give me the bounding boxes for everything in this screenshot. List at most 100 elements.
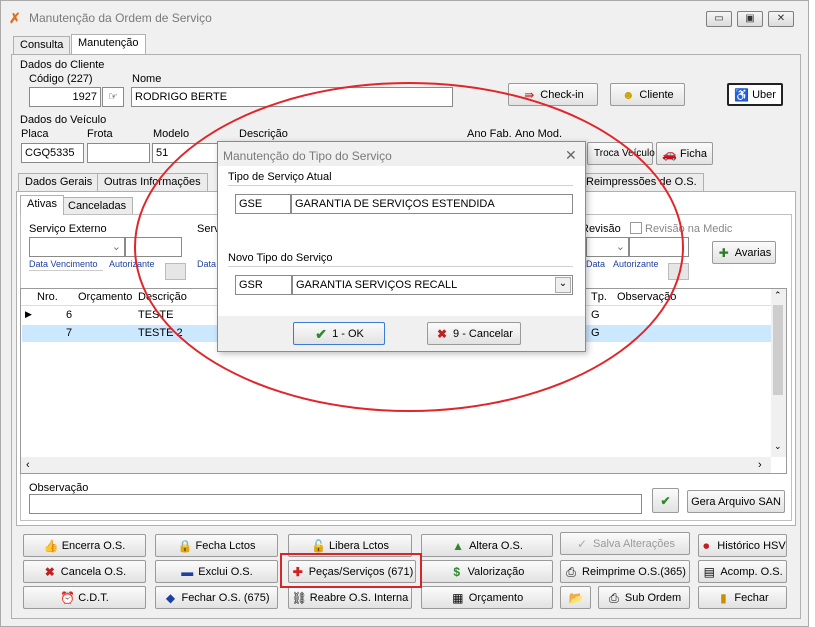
chevron-down-icon: ⌄ — [615, 241, 625, 253]
row-nro: 6 — [66, 309, 73, 321]
novo-desc-select[interactable]: GARANTIA SERVIÇOS RECALL ⌄ — [292, 275, 573, 295]
sub-ordem-button[interactable]: ⎙ Sub Ordem — [598, 586, 690, 609]
tab-consulta[interactable]: Consulta — [13, 36, 71, 55]
frota-field[interactable] — [87, 143, 150, 163]
divider — [29, 270, 103, 271]
add-note-icon: ✚ — [718, 245, 729, 260]
reabre-os-interna-label: Reabre O.S. Interna — [309, 591, 409, 604]
tab-outras-informacoes[interactable]: Outras Informações — [97, 173, 208, 192]
ficha-button[interactable]: 🚗 Ficha — [656, 142, 713, 165]
nome-label: Nome — [132, 73, 162, 85]
scroll-down-icon[interactable]: ⌄ — [774, 441, 782, 452]
salva-alteracoes-label: Salva Alterações — [593, 537, 675, 550]
valorizacao-button[interactable]: $ Valorização — [421, 560, 553, 583]
open-folder-button[interactable]: 📂 — [560, 586, 591, 609]
exclui-os-button[interactable]: ▬ Exclui O.S. — [155, 560, 278, 583]
tab-dados-gerais[interactable]: Dados Gerais — [18, 173, 100, 192]
scroll-up-icon[interactable]: ⌃ — [774, 290, 782, 301]
check-icon: ✓ — [577, 536, 588, 551]
folder-icon: 📂 — [568, 590, 584, 605]
calendar-icon[interactable] — [668, 263, 689, 280]
scroll-left-icon[interactable]: ‹ — [26, 459, 30, 471]
fechar-button[interactable]: ▮ Fechar — [698, 586, 787, 609]
servico-externo-select[interactable]: ⌄ — [29, 237, 125, 257]
calendar-icon[interactable] — [165, 263, 186, 280]
atual-label: Tipo de Serviço Atual — [228, 171, 332, 183]
observacao-field[interactable] — [29, 494, 642, 514]
scroll-thumb[interactable] — [773, 305, 783, 395]
chevron-down-icon[interactable]: ⌄ — [555, 277, 571, 293]
col-observacao: Observação — [617, 291, 677, 303]
check-icon: ✔ — [660, 493, 671, 508]
placa-field[interactable]: CGQ5335 — [21, 143, 84, 163]
client-lookup-icon[interactable]: ☞ — [102, 87, 124, 107]
minimize-button[interactable]: ▭ — [706, 11, 732, 27]
tab-manutencao[interactable]: Manutenção — [71, 34, 146, 54]
reimprime-os-label: Reimprime O.S.(365) — [582, 565, 686, 578]
cdt-button[interactable]: ⏰ C.D.T. — [23, 586, 146, 609]
revisao-label: Revisão — [581, 223, 621, 235]
autorizante-label: Autorizante — [109, 259, 155, 269]
lock-icon: 🔒 — [177, 538, 193, 553]
revisao-medic-label: Revisão na Medic — [645, 223, 733, 235]
altera-os-button[interactable]: ▲ Altera O.S. — [421, 534, 553, 557]
reabre-os-interna-button[interactable]: ⛓ Reabre O.S. Interna — [288, 586, 412, 609]
revisao-select[interactable]: ⌄ — [586, 237, 629, 257]
avarias-button[interactable]: ✚ Avarias — [712, 241, 776, 264]
encerra-os-label: Encerra O.S. — [61, 539, 126, 552]
frota-label: Frota — [87, 128, 113, 140]
fechar-os-button[interactable]: ◆ Fechar O.S. (675) — [155, 586, 278, 609]
tab-reimpressoes[interactable]: Reimpressões de O.S. — [579, 173, 704, 192]
encerra-os-button[interactable]: 👍 Encerra O.S. — [23, 534, 146, 557]
cancela-os-button[interactable]: ✖ Cancela O.S. — [23, 560, 146, 583]
fecha-lctos-label: Fecha Lctos — [195, 539, 256, 552]
cliente-button-label: Cliente — [639, 88, 674, 101]
horizontal-scrollbar[interactable]: ‹ › — [21, 457, 771, 473]
novo-code-field[interactable]: GSR — [235, 275, 292, 295]
salva-alteracoes-button[interactable]: ✓ Salva Alterações — [560, 532, 690, 555]
ficha-label: Ficha — [680, 147, 707, 160]
vertical-scrollbar[interactable]: ⌃ ⌄ — [771, 289, 786, 457]
libera-lctos-button[interactable]: 🔓 Libera Lctos — [288, 534, 412, 557]
cancela-os-label: Cancela O.S. — [60, 565, 127, 578]
cliente-group-label: Dados do Cliente — [20, 59, 105, 71]
acomp-os-button[interactable]: ▤ Acomp. O.S. — [698, 560, 787, 583]
cdt-label: C.D.T. — [78, 591, 109, 604]
codigo-label: Código (227) — [29, 73, 93, 85]
anomod-label: Ano Mod. — [515, 128, 563, 140]
revisao-medic-checkbox[interactable] — [630, 222, 642, 234]
cancel-button[interactable]: ✖ 9 - Cancelar — [427, 322, 521, 345]
row-tp: G — [591, 327, 600, 339]
historico-hsv-button[interactable]: ⏺ Histórico HSV — [698, 534, 787, 557]
uber-button[interactable]: ♿ Uber — [727, 83, 783, 106]
close-button[interactable]: ✕ — [768, 11, 794, 27]
orcamento-button[interactable]: ▦ Orçamento — [421, 586, 553, 609]
gera-arquivo-san-button[interactable]: Gera Arquivo SAN — [687, 490, 785, 513]
confirm-observacao-button[interactable]: ✔ — [652, 488, 679, 513]
ok-button[interactable]: ✔ 1 - OK — [293, 322, 385, 345]
modelo-field[interactable]: 51 — [152, 143, 222, 163]
sub-ordem-label: Sub Ordem — [624, 591, 682, 604]
maximize-button[interactable]: ▣ — [737, 11, 763, 27]
revisao-field[interactable] — [629, 237, 689, 257]
servico-externo-field[interactable] — [125, 237, 182, 257]
history-icon: ⏺ — [703, 538, 710, 553]
reimprime-os-button[interactable]: ⎙ Reimprime O.S.(365) — [560, 560, 690, 583]
ok-label: 1 - OK — [332, 327, 364, 340]
fecha-lctos-button[interactable]: 🔒 Fecha Lctos — [155, 534, 278, 557]
tab-ativas[interactable]: Ativas — [20, 195, 64, 215]
scroll-right-icon[interactable]: › — [758, 459, 762, 471]
atual-code-field: GSE — [235, 194, 291, 214]
pecas-servicos-button[interactable]: ✚ Peças/Serviços (671) — [288, 560, 416, 583]
uber-label: Uber — [752, 88, 776, 101]
checkin-button[interactable]: ⇛ Check-in — [508, 83, 598, 106]
data-vencimento-label: Data Vencimento — [29, 259, 98, 269]
cliente-button[interactable]: ☻ Cliente — [610, 83, 685, 106]
nome-field[interactable]: RODRIGO BERTE — [131, 87, 453, 107]
exclui-os-label: Exclui O.S. — [198, 565, 253, 578]
dialog-close-icon[interactable]: ✕ — [565, 147, 577, 164]
troca-veiculo-button[interactable]: Troca Veículo — [587, 142, 655, 165]
codigo-field[interactable]: 1927 — [29, 87, 101, 107]
acomp-os-label: Acomp. O.S. — [720, 565, 783, 578]
dialog-title: Manutenção do Tipo do Serviço — [223, 149, 392, 163]
